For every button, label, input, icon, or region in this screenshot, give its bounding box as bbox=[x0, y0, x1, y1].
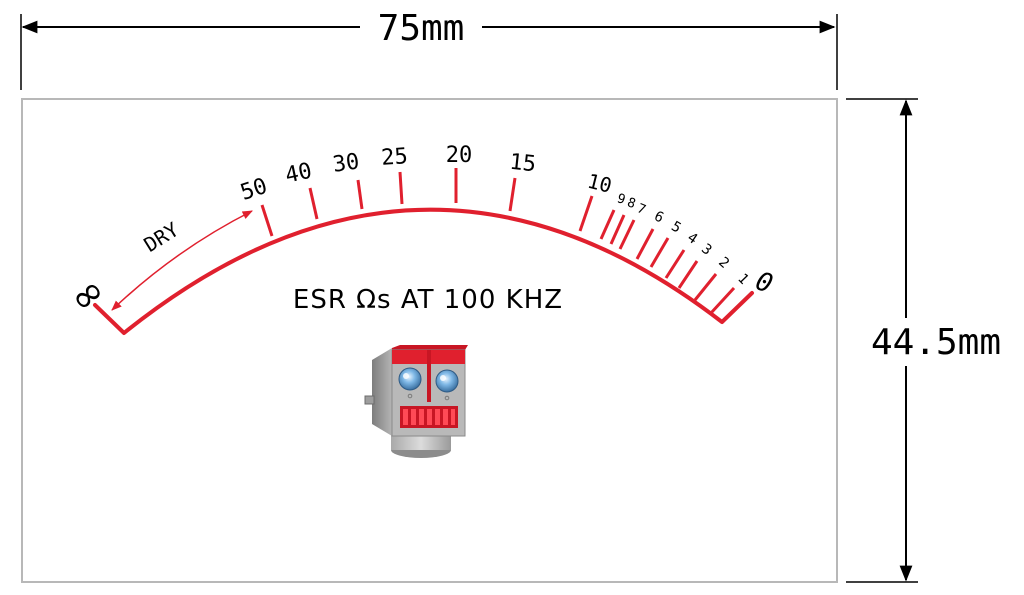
scale-label-15: 15 bbox=[508, 150, 537, 178]
meter-face-outline bbox=[21, 98, 838, 583]
robot-center-strip bbox=[427, 350, 431, 402]
robot-eye-left-glint bbox=[403, 373, 409, 379]
robot-head-side bbox=[372, 348, 392, 436]
meter-title: ESR Ωs AT 100 KHZ bbox=[293, 285, 563, 315]
height-dimension: 44.5mm bbox=[846, 98, 1001, 583]
robot-eye-right bbox=[435, 369, 459, 393]
width-dimension: 75mm bbox=[20, 8, 838, 90]
robot-brow-left bbox=[392, 350, 427, 364]
robot-head-top bbox=[392, 345, 468, 350]
tick-25 bbox=[398, 171, 404, 205]
width-label: 75mm bbox=[378, 8, 465, 49]
robot-eye-left bbox=[398, 367, 422, 391]
robot-brow-right bbox=[431, 350, 465, 364]
scale-label-20: 20 bbox=[446, 143, 473, 168]
robot-eye-right-glint bbox=[440, 375, 446, 381]
height-label: 44.5mm bbox=[871, 322, 1001, 363]
meter-face-drawing: 75mm 44.5mm 50 40 30 25 20 15 10 9 8 7 6… bbox=[20, 8, 1001, 583]
scale-label-30: 30 bbox=[331, 149, 361, 177]
robot-ear-bolt bbox=[364, 395, 375, 405]
scale-label-25: 25 bbox=[380, 144, 408, 171]
